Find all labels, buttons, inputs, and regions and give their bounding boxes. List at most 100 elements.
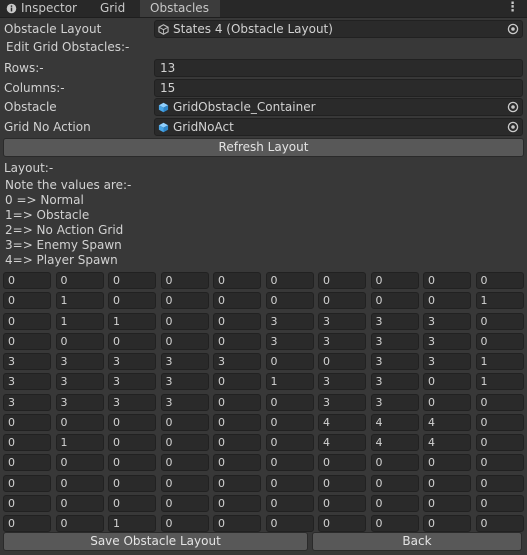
grid-cell-input[interactable]: 0 [3,454,51,472]
grid-cell-input[interactable]: 3 [370,332,419,350]
grid-cell-input[interactable]: 0 [423,515,471,532]
grid-cell-input[interactable]: 0 [423,454,471,472]
columns-input[interactable]: 15 [154,79,523,97]
grid-cell-input[interactable]: 0 [213,292,261,310]
grid-cell-input[interactable]: 3 [318,332,366,350]
grid-cell-input[interactable]: 0 [370,454,419,472]
grid-cell-input[interactable]: 0 [265,353,314,370]
grid-cell-input[interactable]: 3 [55,393,104,411]
grid-cell-input[interactable]: 1 [475,373,524,391]
grid-cell-input[interactable]: 3 [160,373,209,391]
grid-cell-input[interactable]: 0 [423,474,471,492]
grid-cell-input[interactable]: 3 [108,373,156,391]
grid-cell-input[interactable]: 1 [108,312,156,330]
grid-cell-input[interactable]: 0 [265,413,314,431]
grid-cell-input[interactable]: 0 [423,494,471,512]
grid-cell-input[interactable]: 0 [55,515,104,532]
grid-cell-input[interactable]: 0 [265,494,314,512]
grid-cell-input[interactable]: 3 [370,373,419,391]
grid-cell-input[interactable]: 0 [475,474,524,492]
grid-cell-input[interactable]: 0 [475,494,524,512]
grid-cell-input[interactable]: 0 [160,413,209,431]
grid-cell-input[interactable]: 0 [370,474,419,492]
grid-cell-input[interactable]: 0 [3,332,51,350]
grid-cell-input[interactable]: 0 [55,494,104,512]
grid-cell-input[interactable]: 0 [318,292,366,310]
grid-cell-input[interactable]: 0 [423,292,471,310]
grid-cell-input[interactable]: 0 [370,515,419,532]
grid-cell-input[interactable]: 0 [265,292,314,310]
grid-cell-input[interactable]: 3 [370,393,419,411]
grid-cell-input[interactable]: 0 [475,434,524,451]
grid-cell-input[interactable]: 4 [318,434,366,451]
grid-cell-input[interactable]: 0 [318,474,366,492]
grid-cell-input[interactable]: 3 [3,373,51,391]
grid-cell-input[interactable]: 0 [108,292,156,310]
grid-cell-input[interactable]: 0 [318,494,366,512]
grid-cell-input[interactable]: 3 [160,393,209,411]
grid-cell-input[interactable]: 3 [318,312,366,330]
grid-cell-input[interactable]: 0 [213,434,261,451]
grid-cell-input[interactable]: 0 [160,494,209,512]
grid-cell-input[interactable]: 0 [213,312,261,330]
grid-cell-input[interactable]: 0 [318,515,366,532]
grid-cell-input[interactable]: 3 [318,373,366,391]
grid-cell-input[interactable]: 0 [475,413,524,431]
grid-cell-input[interactable]: 0 [213,474,261,492]
grid-cell-input[interactable]: 0 [213,494,261,512]
grid-cell-input[interactable]: 0 [318,353,366,370]
obstacle-layout-field[interactable]: States 4 (Obstacle Layout) [154,20,523,38]
grid-cell-input[interactable]: 0 [370,292,419,310]
grid-cell-input[interactable]: 0 [160,515,209,532]
grid-cell-input[interactable]: 3 [55,353,104,370]
grid-cell-input[interactable]: 3 [265,332,314,350]
grid-cell-input[interactable]: 0 [475,454,524,472]
grid-cell-input[interactable]: 1 [475,292,524,310]
back-button[interactable]: Back [312,532,522,551]
grid-cell-input[interactable]: 0 [160,332,209,350]
grid-cell-input[interactable]: 3 [108,393,156,411]
grid-cell-input[interactable]: 3 [423,312,471,330]
grid-cell-input[interactable]: 3 [318,393,366,411]
obstacle-field[interactable]: GridObstacle_Container [154,98,523,116]
tab-inspector[interactable]: Inspector [0,0,88,17]
grid-cell-input[interactable]: 1 [475,353,524,370]
grid-cell-input[interactable]: 0 [370,272,419,289]
grid-cell-input[interactable]: 0 [3,494,51,512]
grid-cell-input[interactable]: 0 [265,272,314,289]
object-picker-icon[interactable] [507,23,519,35]
grid-cell-input[interactable]: 0 [108,454,156,472]
grid-cell-input[interactable]: 0 [55,272,104,289]
grid-cell-input[interactable]: 0 [160,454,209,472]
grid-cell-input[interactable]: 0 [3,474,51,492]
grid-cell-input[interactable]: 3 [370,312,419,330]
grid-cell-input[interactable]: 0 [108,332,156,350]
grid-cell-input[interactable]: 0 [108,474,156,492]
grid-cell-input[interactable]: 0 [108,272,156,289]
rows-input[interactable]: 13 [154,59,523,77]
grid-cell-input[interactable]: 1 [55,312,104,330]
grid-cell-input[interactable]: 1 [265,373,314,391]
grid-cell-input[interactable]: 0 [108,494,156,512]
grid-cell-input[interactable]: 0 [423,393,471,411]
more-options-icon[interactable]: ⋮ [506,0,519,17]
grid-cell-input[interactable]: 3 [265,312,314,330]
grid-cell-input[interactable]: 0 [108,413,156,431]
grid-cell-input[interactable]: 3 [370,353,419,370]
grid-cell-input[interactable]: 0 [3,413,51,431]
grid-cell-input[interactable]: 0 [423,272,471,289]
grid-cell-input[interactable]: 3 [213,353,261,370]
grid-cell-input[interactable]: 4 [423,434,471,451]
grid-cell-input[interactable]: 0 [265,515,314,532]
grid-cell-input[interactable]: 0 [55,332,104,350]
grid-cell-input[interactable]: 3 [55,373,104,391]
grid-cell-input[interactable]: 0 [213,373,261,391]
save-obstacle-layout-button[interactable]: Save Obstacle Layout [3,532,308,551]
grid-cell-input[interactable]: 0 [318,272,366,289]
grid-cell-input[interactable]: 1 [55,434,104,451]
grid-cell-input[interactable]: 0 [160,312,209,330]
grid-cell-input[interactable]: 0 [3,272,51,289]
grid-cell-input[interactable]: 0 [265,454,314,472]
grid-cell-input[interactable]: 0 [475,332,524,350]
grid-cell-input[interactable]: 0 [3,434,51,451]
